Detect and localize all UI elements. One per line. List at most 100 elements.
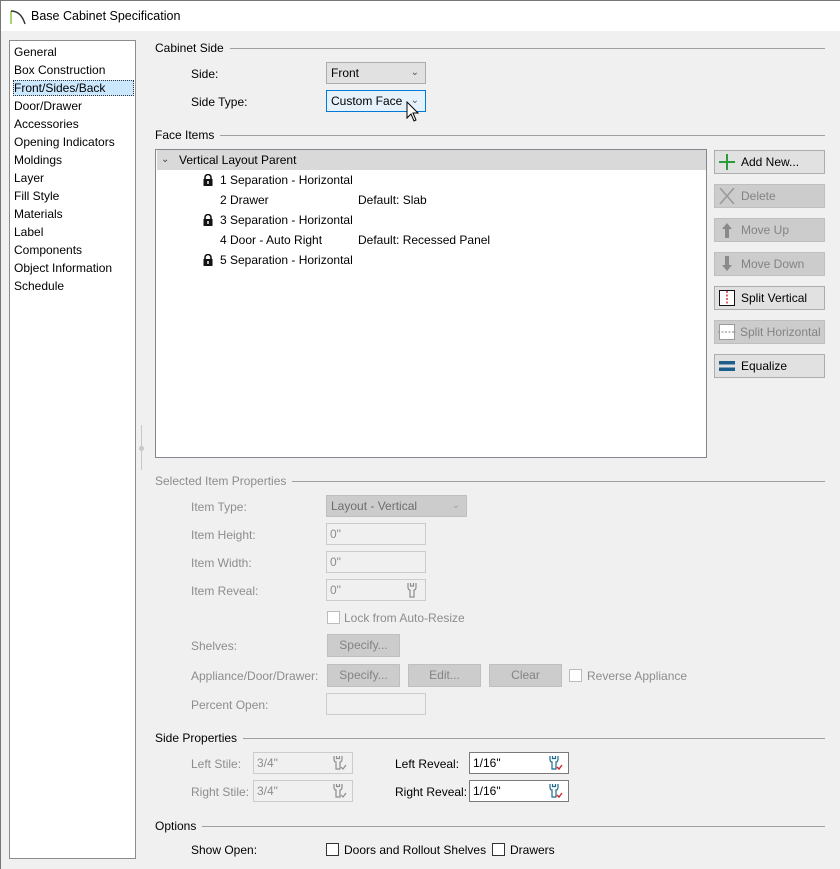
equalize-icon bbox=[719, 361, 735, 371]
right-stile-field[interactable]: 3/4" bbox=[253, 780, 353, 802]
wrench-check-icon[interactable] bbox=[547, 755, 563, 771]
add-new-label: Add New... bbox=[741, 155, 800, 169]
group-divider bbox=[155, 738, 825, 739]
item-width-label: Item Width: bbox=[191, 556, 252, 570]
title-bar: Base Cabinet Specification bbox=[0, 0, 840, 31]
app-logo-icon bbox=[10, 10, 26, 25]
item-width-field[interactable]: 0" bbox=[326, 551, 426, 573]
lock-auto-resize-checkbox[interactable] bbox=[327, 611, 340, 624]
move-down-button[interactable]: Move Down bbox=[714, 252, 825, 276]
drawers-checkbox[interactable] bbox=[492, 843, 505, 856]
split-horizontal-button[interactable]: Split Horizontal bbox=[714, 320, 825, 344]
lock-auto-resize-label: Lock from Auto-Resize bbox=[344, 611, 465, 625]
show-open-label: Show Open: bbox=[191, 843, 258, 857]
nav-item-moldings[interactable]: Moldings bbox=[13, 152, 134, 168]
left-reveal-field[interactable]: 1/16" bbox=[469, 752, 569, 774]
nav-item-general[interactable]: General bbox=[13, 44, 134, 60]
nav-item-label[interactable]: Label bbox=[13, 224, 134, 240]
percent-open-label: Percent Open: bbox=[191, 698, 269, 712]
move-up-button[interactable]: Move Up bbox=[714, 218, 825, 242]
appliance-specify-button[interactable]: Specify... bbox=[327, 664, 400, 687]
nav-item-opening-indicators[interactable]: Opening Indicators bbox=[13, 134, 134, 150]
side-properties-heading: Side Properties bbox=[155, 731, 244, 745]
nav-item-front-sides-back[interactable]: Front/Sides/Back bbox=[13, 80, 134, 96]
split-vertical-label: Split Vertical bbox=[741, 291, 808, 305]
reverse-appliance-checkbox[interactable] bbox=[569, 669, 582, 682]
tree-item-detail: Default: Recessed Panel bbox=[358, 233, 491, 247]
item-reveal-field[interactable]: 0" bbox=[326, 579, 426, 601]
right-reveal-field[interactable]: 1/16" bbox=[469, 780, 569, 802]
wrench-icon[interactable] bbox=[404, 582, 420, 598]
drawers-label: Drawers bbox=[510, 843, 555, 857]
item-reveal-value: 0" bbox=[330, 583, 341, 597]
nav-item-layer[interactable]: Layer bbox=[13, 170, 134, 186]
side-label: Side: bbox=[191, 67, 219, 81]
selected-item-heading: Selected Item Properties bbox=[155, 474, 293, 488]
nav-item-schedule[interactable]: Schedule bbox=[13, 278, 134, 294]
wrench-check-icon[interactable] bbox=[331, 783, 347, 799]
shelves-specify-button[interactable]: Specify... bbox=[327, 634, 400, 657]
nav-item-components[interactable]: Components bbox=[13, 242, 134, 258]
item-height-label: Item Height: bbox=[191, 528, 256, 542]
nav-item-box-construction[interactable]: Box Construction bbox=[13, 62, 134, 78]
doors-rollout-label: Doors and Rollout Shelves bbox=[344, 843, 487, 857]
chevron-down-icon: ⌄ bbox=[410, 67, 419, 78]
equalize-button[interactable]: Equalize bbox=[714, 354, 825, 378]
tree-row[interactable]: 4 Door - Auto Right Default: Recessed Pa… bbox=[157, 230, 706, 250]
nav-item-fill-style[interactable]: Fill Style bbox=[13, 188, 134, 204]
lock-icon bbox=[203, 174, 213, 186]
add-new-button[interactable]: Add New... bbox=[714, 150, 825, 174]
nav-item-door-drawer[interactable]: Door/Drawer bbox=[13, 98, 134, 114]
doors-rollout-checkbox[interactable] bbox=[326, 843, 339, 856]
side-dropdown[interactable]: Front ⌄ bbox=[326, 62, 426, 84]
left-stile-field[interactable]: 3/4" bbox=[253, 752, 353, 774]
nav-item-accessories[interactable]: Accessories bbox=[13, 116, 134, 132]
split-horizontal-icon bbox=[718, 324, 736, 340]
mouse-cursor-icon bbox=[406, 101, 420, 122]
appliance-edit-button[interactable]: Edit... bbox=[408, 664, 481, 687]
percent-open-field[interactable] bbox=[326, 693, 426, 715]
tree-item-detail: Default: Slab bbox=[358, 193, 427, 207]
category-list[interactable]: General Box Construction Front/Sides/Bac… bbox=[9, 40, 136, 859]
right-stile-value: 3/4" bbox=[257, 784, 278, 798]
appliance-clear-button[interactable]: Clear bbox=[489, 664, 562, 687]
tree-parent-row[interactable]: ⌄ Vertical Layout Parent bbox=[157, 150, 706, 170]
tree-item-name: 1 Separation - Horizontal bbox=[220, 173, 353, 187]
nav-item-object-information[interactable]: Object Information bbox=[13, 260, 134, 276]
collapse-chevron-icon[interactable]: ⌄ bbox=[161, 150, 169, 170]
tree-parent-label: Vertical Layout Parent bbox=[179, 153, 297, 167]
left-reveal-value: 1/16" bbox=[473, 756, 501, 770]
arrow-up-icon bbox=[722, 223, 732, 238]
window-title: Base Cabinet Specification bbox=[31, 9, 181, 23]
item-type-label: Item Type: bbox=[191, 500, 247, 514]
split-horizontal-label: Split Horizontal bbox=[740, 325, 821, 339]
tree-item-name: 5 Separation - Horizontal bbox=[220, 253, 353, 267]
tree-row[interactable]: 5 Separation - Horizontal bbox=[157, 250, 706, 270]
nav-item-materials[interactable]: Materials bbox=[13, 206, 134, 222]
tree-row[interactable]: 2 Drawer Default: Slab bbox=[157, 190, 706, 210]
equalize-label: Equalize bbox=[741, 359, 788, 373]
shelves-label: Shelves: bbox=[191, 639, 238, 653]
item-height-field[interactable]: 0" bbox=[326, 523, 426, 545]
item-width-value: 0" bbox=[330, 555, 341, 569]
wrench-check-icon[interactable] bbox=[331, 755, 347, 771]
delete-x-icon bbox=[719, 188, 735, 204]
group-divider bbox=[155, 135, 825, 136]
left-stile-label: Left Stile: bbox=[191, 757, 242, 771]
right-reveal-value: 1/16" bbox=[473, 784, 501, 798]
item-reveal-label: Item Reveal: bbox=[191, 584, 259, 598]
face-items-tree[interactable]: ⌄ Vertical Layout Parent 1 Separation - … bbox=[155, 149, 707, 458]
wrench-check-icon[interactable] bbox=[547, 783, 563, 799]
delete-label: Delete bbox=[741, 189, 776, 203]
tree-item-name: 3 Separation - Horizontal bbox=[220, 213, 353, 227]
split-vertical-button[interactable]: Split Vertical bbox=[714, 286, 825, 310]
left-reveal-label: Left Reveal: bbox=[395, 757, 460, 771]
delete-button[interactable]: Delete bbox=[714, 184, 825, 208]
arrow-down-icon bbox=[722, 256, 732, 271]
item-type-dropdown[interactable]: Layout - Vertical ⌄ bbox=[326, 495, 467, 517]
splitter-grip[interactable] bbox=[139, 446, 144, 451]
window-border bbox=[0, 31, 1, 869]
chevron-down-icon: ⌄ bbox=[451, 500, 460, 511]
tree-row[interactable]: 3 Separation - Horizontal bbox=[157, 210, 706, 230]
tree-row[interactable]: 1 Separation - Horizontal bbox=[157, 170, 706, 190]
